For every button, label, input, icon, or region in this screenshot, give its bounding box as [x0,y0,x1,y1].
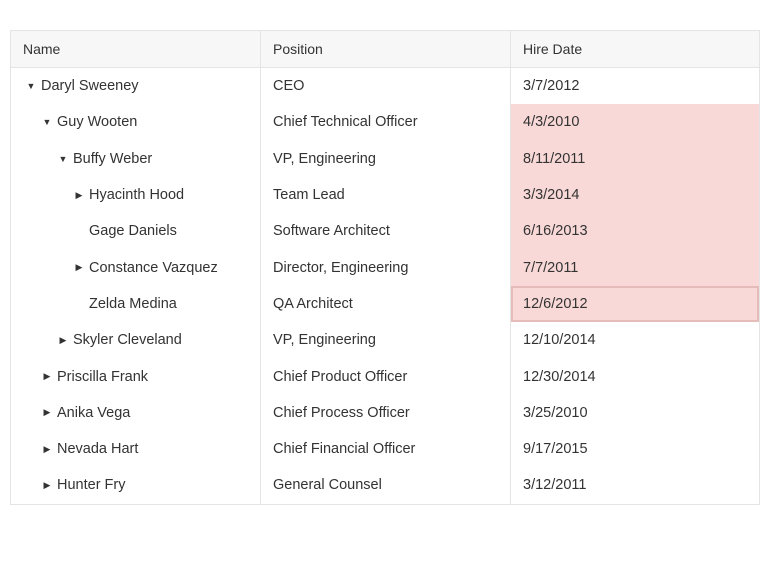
employee-name: Skyler Cleveland [73,332,182,349]
position-cell[interactable]: Chief Product Officer [261,358,511,395]
employee-name: Daryl Sweeney [41,78,139,95]
expanded-caret-icon[interactable]: ▼ [25,81,37,91]
name-cell[interactable]: Gage Daniels [11,213,261,250]
name-cell[interactable]: ▼ Daryl Sweeney [11,68,261,105]
name-cell[interactable]: Zelda Medina [11,285,261,323]
hire-date-cell[interactable]: 6/16/2013 [511,213,759,250]
position-cell[interactable]: Director, Engineering [261,249,511,286]
hire-date-cell[interactable]: 8/11/2011 [511,140,759,177]
name-cell[interactable]: ▼ Guy Wooten [11,104,261,141]
hire-date-cell[interactable]: 9/17/2015 [511,431,759,467]
employee-name: Zelda Medina [89,295,177,312]
table-row[interactable]: ▶ Nevada Hart Chief Financial Officer 9/17/… [11,430,759,468]
collapsed-caret-icon[interactable]: ▶ [73,190,85,201]
collapsed-caret-icon[interactable]: ▶ [57,335,69,346]
table-row[interactable]: ▶ Constance Vazquez Director, Engineering 7… [11,249,759,286]
position-cell[interactable]: General Counsel [261,467,511,504]
position-cell[interactable]: QA Architect [261,285,511,323]
table-row[interactable]: ▼ Buffy Weber VP, Engineering 8/11/2011 [11,140,759,177]
expanded-caret-icon[interactable]: ▼ [41,117,53,127]
employee-name: Hyacinth Hood [89,187,185,204]
position-cell[interactable]: VP, Engineering [261,322,511,359]
hire-date-cell[interactable]: 7/7/2011 [511,249,759,286]
employee-name: Guy Wooten [57,114,138,131]
position-cell[interactable]: CEO [261,68,511,105]
name-cell[interactable]: ▶ Hunter Fry [11,467,261,504]
name-cell[interactable]: ▶ Anika Vega [11,394,261,431]
name-cell[interactable]: ▶ Constance Vazquez [11,249,261,286]
hire-date-cell[interactable]: 3/3/2014 [511,176,759,214]
hire-date-cell[interactable]: 12/10/2014 [511,322,759,358]
table-row[interactable]: ▼ Daryl Sweeney CEO 3/7/2012 [11,68,759,105]
employee-name: Hunter Fry [57,477,126,494]
employee-name: Anika Vega [57,404,131,421]
name-cell[interactable]: ▼ Buffy Weber [11,140,261,177]
collapsed-caret-icon[interactable]: ▶ [73,262,85,273]
tree-list-grid: Name Position Hire Date ▼ Daryl Sweeney CE… [10,30,760,505]
employee-name: Constance Vazquez [89,259,218,276]
table-row[interactable]: ▶ Anika Vega Chief Process Officer 3/25/201… [11,394,759,431]
position-cell[interactable]: Software Architect [261,213,511,250]
collapsed-caret-icon[interactable]: ▶ [41,444,53,455]
table-row[interactable]: Zelda Medina QA Architect 12/6/2012 [11,285,759,323]
employee-name: Gage Daniels [89,223,177,240]
table-row[interactable]: Gage Daniels Software Architect 6/16/2013 [11,213,759,250]
collapsed-caret-icon[interactable]: ▶ [41,407,53,418]
collapsed-caret-icon[interactable]: ▶ [41,480,53,491]
column-header-hire-date[interactable]: Hire Date [511,31,759,67]
hire-date-cell[interactable]: 3/12/2011 [511,467,759,503]
table-row[interactable]: ▼ Guy Wooten Chief Technical Officer 4/3/20… [11,104,759,141]
table-row[interactable]: ▶ Hunter Fry General Counsel 3/12/2011 [11,467,759,504]
hire-date-cell[interactable]: 12/6/2012 [511,285,759,323]
hire-date-cell[interactable]: 3/7/2012 [511,68,759,104]
hire-date-cell[interactable]: 4/3/2010 [511,104,759,141]
column-header-name[interactable]: Name [11,31,261,67]
table-row[interactable]: ▶ Priscilla Frank Chief Product Officer 12/… [11,358,759,395]
collapsed-caret-icon[interactable]: ▶ [41,371,53,382]
employee-name: Buffy Weber [73,150,153,167]
position-cell[interactable]: Chief Financial Officer [261,430,511,468]
column-header-position[interactable]: Position [261,31,511,67]
position-cell[interactable]: VP, Engineering [261,140,511,177]
position-cell[interactable]: Chief Process Officer [261,394,511,431]
name-cell[interactable]: ▶ Hyacinth Hood [11,176,261,214]
header-row: Name Position Hire Date [11,31,759,68]
table-row[interactable]: ▶ Skyler Cleveland VP, Engineering 12/10/20… [11,322,759,359]
hire-date-cell[interactable]: 12/30/2014 [511,358,759,394]
table-row[interactable]: ▶ Hyacinth Hood Team Lead 3/3/2014 [11,176,759,214]
name-cell[interactable]: ▶ Nevada Hart [11,430,261,468]
position-cell[interactable]: Team Lead [261,176,511,214]
expanded-caret-icon[interactable]: ▼ [57,154,69,164]
grid-body: ▼ Daryl Sweeney CEO 3/7/2012 ▼ Guy Wooten Chie… [11,68,759,504]
position-cell[interactable]: Chief Technical Officer [261,104,511,141]
employee-name: Priscilla Frank [57,368,149,385]
name-cell[interactable]: ▶ Skyler Cleveland [11,322,261,359]
employee-name: Nevada Hart [57,441,139,458]
hire-date-cell[interactable]: 3/25/2010 [511,395,759,431]
name-cell[interactable]: ▶ Priscilla Frank [11,358,261,395]
